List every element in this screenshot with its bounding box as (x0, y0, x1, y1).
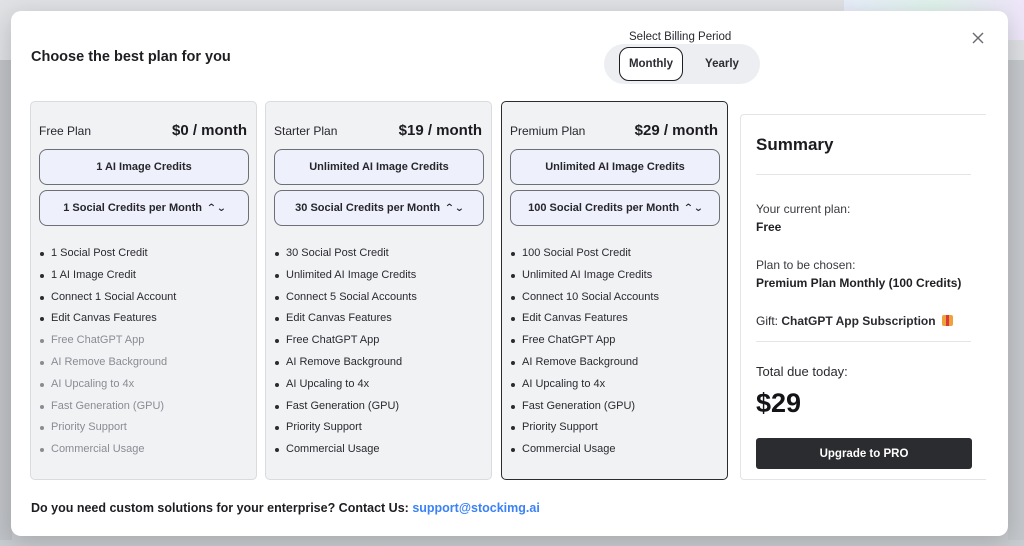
chevron-updown-icon: ⌃⌄ (683, 202, 704, 214)
feature-item: Unlimited AI Image Credits (510, 265, 659, 287)
current-plan-label: Your current plan: (756, 202, 851, 216)
image-credits-label: Unlimited AI Image Credits (545, 161, 685, 173)
feature-item-disabled: Fast Generation (GPU) (39, 396, 176, 418)
feature-list: 100 Social Post Credit Unlimited AI Imag… (510, 243, 659, 461)
feature-item: 1 Social Post Credit (39, 243, 176, 265)
feature-item: Edit Canvas Features (510, 308, 659, 330)
feature-item: Connect 5 Social Accounts (274, 287, 417, 309)
background-strip (1008, 60, 1024, 540)
feature-item: Fast Generation (GPU) (274, 396, 417, 418)
feature-item-disabled: Commercial Usage (39, 439, 176, 461)
image-credits-pill[interactable]: Unlimited AI Image Credits (510, 149, 720, 185)
gift-value: ChatGPT App Subscription (781, 314, 936, 328)
summary-panel: Summary Your current plan: Free Plan to … (740, 114, 986, 480)
feature-item-disabled: AI Upcaling to 4x (39, 374, 176, 396)
feature-item: Commercial Usage (510, 439, 659, 461)
feature-item: AI Upcaling to 4x (510, 374, 659, 396)
gift-line: Gift: ChatGPT App Subscription (756, 314, 953, 328)
social-credits-select[interactable]: 30 Social Credits per Month ⌃⌄ (274, 190, 484, 226)
upgrade-button[interactable]: Upgrade to PRO (756, 438, 972, 469)
social-credits-label: 100 Social Credits per Month (528, 202, 680, 214)
image-credits-label: 1 AI Image Credits (96, 161, 192, 173)
current-plan-value: Free (756, 220, 782, 234)
feature-item: 100 Social Post Credit (510, 243, 659, 265)
summary-title: Summary (756, 135, 834, 154)
feature-item-disabled: AI Remove Background (39, 352, 176, 374)
feature-item: AI Remove Background (274, 352, 417, 374)
contact-email-link[interactable]: support@stockimg.ai (412, 501, 539, 515)
feature-item: Edit Canvas Features (274, 308, 417, 330)
feature-item: Free ChatGPT App (274, 330, 417, 352)
total-due-value: $29 (756, 388, 802, 418)
plan-price: $29 / month (634, 122, 718, 139)
feature-list: 1 Social Post Credit 1 AI Image Credit C… (39, 243, 176, 461)
billing-period-toggle: Monthly Yearly (604, 44, 760, 84)
feature-item: Commercial Usage (274, 439, 417, 461)
total-due-label: Total due today: (756, 364, 848, 379)
feature-item: Unlimited AI Image Credits (274, 265, 417, 287)
feature-list: 30 Social Post Credit Unlimited AI Image… (274, 243, 417, 461)
image-credits-label: Unlimited AI Image Credits (309, 161, 449, 173)
divider (756, 341, 971, 342)
feature-item: AI Remove Background (510, 352, 659, 374)
plan-card-starter[interactable]: Starter Plan $19 / month Unlimited AI Im… (265, 101, 492, 480)
plan-card-premium[interactable]: Premium Plan $29 / month Unlimited AI Im… (501, 101, 728, 480)
image-credits-pill[interactable]: 1 AI Image Credits (39, 149, 249, 185)
plan-name: Free Plan (39, 124, 92, 138)
feature-item: Edit Canvas Features (39, 308, 176, 330)
plan-name: Premium Plan (510, 124, 586, 138)
social-credits-label: 1 Social Credits per Month (63, 202, 202, 214)
feature-item: AI Upcaling to 4x (274, 374, 417, 396)
billing-monthly-option[interactable]: Monthly (619, 47, 683, 81)
feature-item-disabled: Free ChatGPT App (39, 330, 176, 352)
contact-text: Do you need custom solutions for your en… (31, 501, 409, 515)
pricing-modal: Choose the best plan for you Select Bill… (11, 11, 1008, 536)
gift-icon (941, 315, 953, 326)
billing-period-label: Select Billing Period (629, 31, 732, 43)
enterprise-contact: Do you need custom solutions for your en… (31, 501, 540, 515)
feature-item: Connect 1 Social Account (39, 287, 176, 309)
billing-yearly-option[interactable]: Yearly (690, 47, 754, 81)
modal-title: Choose the best plan for you (31, 49, 231, 65)
gift-label: Gift: (756, 314, 779, 328)
plan-card-free[interactable]: Free Plan $0 / month 1 AI Image Credits … (30, 101, 257, 480)
plan-price: $0 / month (171, 122, 247, 139)
feature-item: Priority Support (510, 417, 659, 439)
social-credits-select[interactable]: 1 Social Credits per Month ⌃⌄ (39, 190, 249, 226)
feature-item: Free ChatGPT App (510, 330, 659, 352)
plan-price: $19 / month (398, 122, 482, 139)
chevron-updown-icon: ⌃⌄ (444, 202, 465, 214)
chosen-plan-value: Premium Plan Monthly (100 Credits) (756, 276, 962, 290)
feature-item: 30 Social Post Credit (274, 243, 417, 265)
plan-name: Starter Plan (274, 124, 338, 138)
chevron-updown-icon: ⌃⌄ (206, 202, 227, 214)
feature-item-disabled: Priority Support (39, 417, 176, 439)
feature-item: Fast Generation (GPU) (510, 396, 659, 418)
close-icon[interactable] (969, 29, 987, 47)
feature-item: 1 AI Image Credit (39, 265, 176, 287)
social-credits-label: 30 Social Credits per Month (295, 202, 441, 214)
divider (756, 174, 971, 175)
feature-item: Priority Support (274, 417, 417, 439)
feature-item: Connect 10 Social Accounts (510, 287, 659, 309)
chosen-plan-label: Plan to be chosen: (756, 258, 856, 272)
image-credits-pill[interactable]: Unlimited AI Image Credits (274, 149, 484, 185)
social-credits-select[interactable]: 100 Social Credits per Month ⌃⌄ (510, 190, 720, 226)
